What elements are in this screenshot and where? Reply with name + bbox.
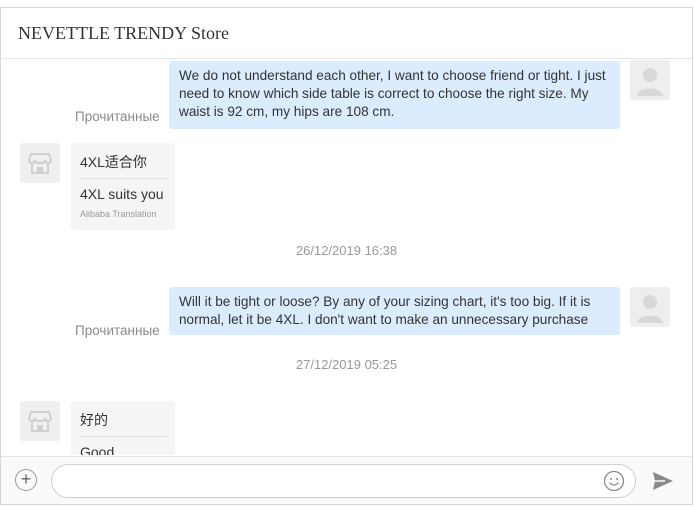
chat-window: NEVETTLE TRENDY Store We do not understa… (0, 7, 693, 505)
incoming-message: 4XL适合你 4XL suits you Alibaba Translation (71, 143, 175, 230)
store-avatar (20, 143, 60, 183)
user-silhouette-icon (630, 60, 670, 100)
user-avatar (630, 287, 670, 327)
send-button[interactable] (651, 470, 675, 492)
store-name: NEVETTLE TRENDY Store (18, 23, 229, 43)
emoji-button[interactable] (603, 470, 625, 492)
storefront-icon (20, 401, 60, 441)
outgoing-message: Will it be tight or loose? By any of you… (169, 287, 620, 335)
message-input[interactable] (51, 464, 636, 498)
store-avatar (20, 401, 60, 441)
read-status: Прочитанные (75, 109, 160, 124)
user-silhouette-icon (630, 287, 670, 327)
composer-bar: + (1, 456, 692, 504)
original-text: 4XL适合你 (79, 143, 167, 179)
user-avatar (630, 60, 670, 100)
paper-plane-icon (653, 472, 673, 490)
incoming-message: 好的 Good (71, 401, 175, 455)
smiley-icon (603, 470, 625, 492)
message-text: Will it be tight or loose? By any of you… (179, 294, 591, 327)
add-attachment-button[interactable]: + (15, 469, 37, 491)
read-status: Прочитанные (75, 323, 160, 338)
plus-circle-icon: + (20, 469, 32, 489)
outgoing-message: We do not understand each other, I want … (169, 61, 620, 129)
translation-provider: Alibaba Translation (80, 209, 157, 219)
message-list[interactable]: We do not understand each other, I want … (1, 59, 692, 455)
storefront-icon (20, 143, 60, 183)
timestamp: 26/12/2019 16:38 (295, 243, 398, 258)
timestamp: 27/12/2019 05:25 (295, 357, 398, 372)
chat-header: NEVETTLE TRENDY Store (1, 8, 692, 59)
translated-text: Good (80, 444, 115, 455)
original-text: 好的 (79, 401, 167, 437)
message-text: We do not understand each other, I want … (179, 68, 606, 119)
translated-text: 4XL suits you (80, 186, 164, 202)
